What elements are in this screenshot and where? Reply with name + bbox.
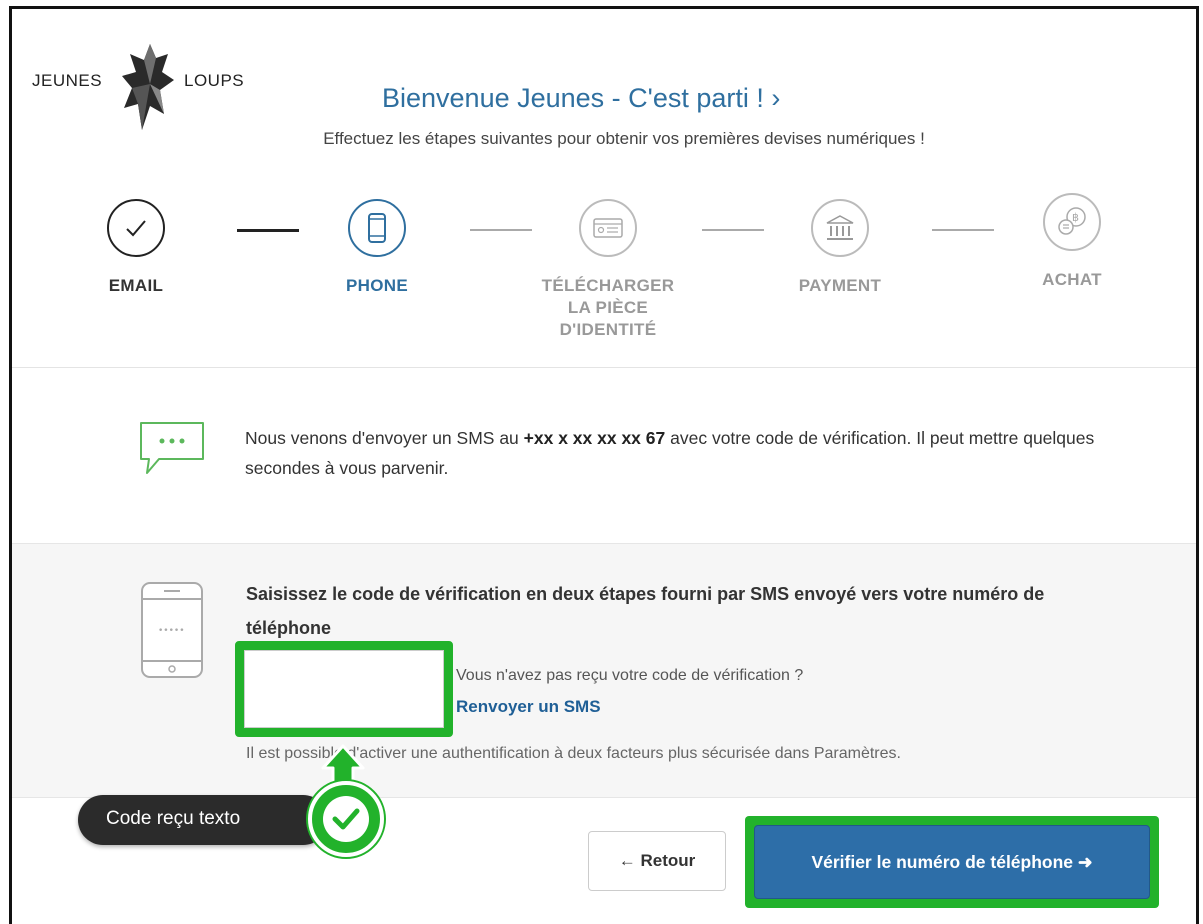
wolf-emblem-icon [122,44,174,130]
step-circle [811,199,869,257]
step-payment: PAYMENT [740,199,940,297]
section-divider [12,367,1196,368]
masked-phone-number: +xx x xx xx xx 67 [523,428,666,448]
step-phone: PHONE [277,199,477,297]
code-instructions: Saisissez le code de vérification en deu… [246,584,1045,638]
page-title: Bienvenue Jeunes - C'est parti ! › [382,83,781,113]
verify-phone-button[interactable]: Vérifier le numéro de téléphone ➜ [754,825,1150,899]
brand-word-left: JEUNES [32,71,103,90]
step-label-email: EMAIL [108,276,164,295]
step-id-upload: TÉLÉCHARGER LA PIÈCE D'IDENTITÉ [508,199,708,341]
brand-logo: JEUNES LOUPS [32,44,252,134]
back-button[interactable]: ← Retour [588,831,726,891]
step-circle [348,199,406,257]
smartphone-icon: ••••• [141,582,203,678]
sms-sent-message: Nous venons d'envoyer un SMS au +xx x xx… [245,423,1125,483]
step-label-payment: PAYMENT [798,276,882,295]
step-circle: ฿ [1043,193,1101,251]
coins-icon: ฿ [1058,207,1086,235]
resend-question: Vous n'avez pas reçu votre code de vérif… [456,667,804,684]
step-label-phone: PHONE [346,276,408,295]
resend-sms-link[interactable]: Renvoyer un SMS [456,697,601,717]
step-email: EMAIL [36,199,236,297]
sms-text-start: Nous venons d'envoyer un SMS au [245,428,524,448]
page-subtitle: Effectuez les étapes suivantes pour obte… [323,129,925,148]
step-label-id-upload: TÉLÉCHARGER LA PIÈCE D'IDENTITÉ [541,276,675,339]
check-badge [308,781,384,857]
onboarding-panel: JEUNES LOUPS Bienvenue Jeunes - C'est pa… [9,6,1199,924]
phone-icon [368,213,386,243]
chat-bubble-icon [140,422,204,474]
step-label-purchase: ACHAT [1042,270,1102,289]
step-purchase: ฿ ACHAT [972,193,1172,291]
callout-label: Code reçu texto [78,795,328,845]
checkmark-icon [332,808,360,830]
verify-button-highlight: Vérifier le numéro de téléphone ➜ [745,816,1159,908]
step-circle [579,199,637,257]
svg-text:฿: ฿ [1072,211,1079,224]
id-card-icon [593,218,623,238]
verification-code-input[interactable] [244,650,444,728]
bank-icon [826,215,854,240]
svg-text:•••••: ••••• [158,626,185,636]
step-circle [107,199,165,257]
brand-word-right: LOUPS [184,71,245,90]
check-icon [126,220,146,237]
code-input-highlight [235,641,453,737]
